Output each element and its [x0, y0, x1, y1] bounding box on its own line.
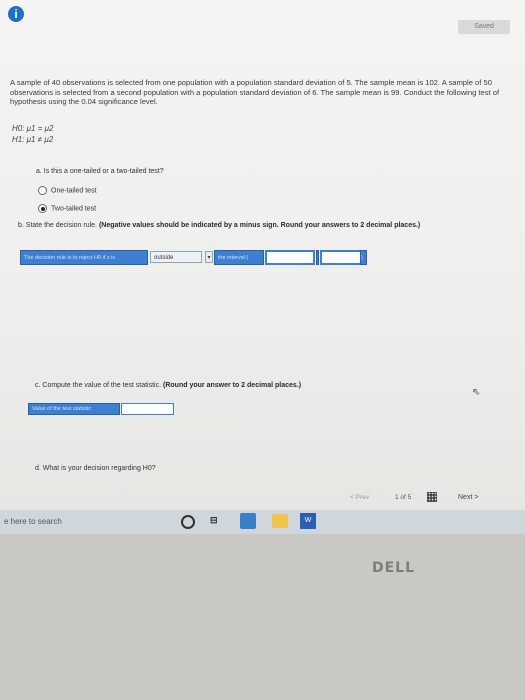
- option-two-tailed[interactable]: Two-tailed test: [38, 204, 96, 213]
- grid-icon[interactable]: [427, 492, 437, 502]
- prev-button[interactable]: < Prev: [350, 494, 369, 501]
- info-icon[interactable]: i: [8, 6, 24, 22]
- radio-one-tailed[interactable]: [38, 186, 47, 195]
- page-indicator: 1 of 5: [395, 494, 412, 501]
- interval-close: ): [360, 250, 367, 265]
- word-app-icon[interactable]: W: [300, 513, 316, 529]
- upper-bound-input[interactable]: [320, 250, 364, 265]
- interval-separator: [316, 250, 319, 265]
- null-hypothesis: H0: μ1 = μ2: [12, 124, 54, 133]
- option-two-tailed-label: Two-tailed test: [51, 205, 97, 213]
- question-b-note: (Negative values should be indicated by …: [98, 222, 421, 229]
- decision-rule-label: The decision rule is to reject H0 if z i…: [20, 250, 148, 265]
- question-b: b. State the decision rule. (Negative va…: [18, 222, 420, 229]
- edge-browser-icon[interactable]: [240, 513, 256, 529]
- mouse-cursor-icon: ⇖: [472, 387, 481, 398]
- interval-label: the interval (: [214, 250, 264, 265]
- question-a: a. Is this a one-tailed or a two-tailed …: [36, 168, 164, 175]
- alternative-hypothesis: H1: μ1 ≠ μ2: [12, 135, 54, 144]
- browser-screen: i Saved A sample of 40 observations is s…: [0, 0, 525, 510]
- saved-badge: Saved: [458, 20, 510, 34]
- task-view-icon[interactable]: ⊟: [210, 515, 218, 526]
- question-b-text: b. State the decision rule.: [18, 222, 97, 229]
- next-button[interactable]: Next >: [458, 494, 478, 501]
- taskbar-search-input[interactable]: e here to search: [0, 514, 160, 530]
- question-d: d. What is your decision regarding H0?: [35, 465, 156, 472]
- lower-bound-input[interactable]: [265, 250, 315, 265]
- windows-taskbar: e here to search ⊟ W: [0, 510, 525, 534]
- question-c-text: c. Compute the value of the test statist…: [35, 382, 162, 389]
- question-c: c. Compute the value of the test statist…: [35, 382, 301, 389]
- problem-statement: A sample of 40 observations is selected …: [10, 78, 500, 106]
- question-c-note: (Round your answer to 2 decimal places.): [163, 382, 302, 389]
- file-explorer-icon[interactable]: [272, 514, 288, 528]
- dell-logo: DELL: [372, 560, 416, 576]
- radio-two-tailed[interactable]: [38, 204, 47, 213]
- decision-rule-select[interactable]: outside: [150, 251, 202, 263]
- option-one-tailed[interactable]: One-tailed test: [38, 186, 97, 195]
- test-statistic-input[interactable]: [121, 403, 174, 415]
- option-one-tailed-label: One-tailed test: [51, 187, 97, 195]
- chevron-down-icon[interactable]: ▾: [205, 251, 213, 263]
- cortana-icon[interactable]: [181, 515, 195, 529]
- test-statistic-label: Value of the test statistic: [28, 403, 120, 415]
